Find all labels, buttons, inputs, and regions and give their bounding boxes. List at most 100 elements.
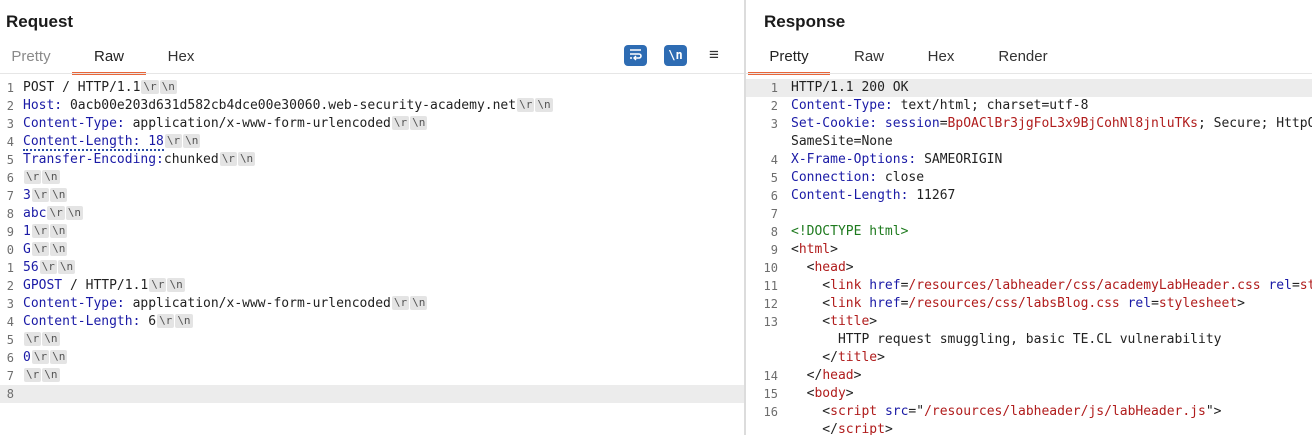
code-token: head xyxy=(822,368,854,383)
line-text: <body> xyxy=(791,385,854,403)
line-number: 3 xyxy=(6,297,14,311)
crlf-marker: \r xyxy=(391,116,410,130)
line-number: 6 xyxy=(6,171,14,185)
code-token: chunked xyxy=(163,152,219,167)
crlf-marker: \n xyxy=(410,116,428,130)
code-token: "> xyxy=(1205,404,1222,419)
line-text: 1 \r \n xyxy=(23,223,68,241)
word-wrap-button[interactable] xyxy=(624,45,647,66)
code-token: < xyxy=(791,278,831,293)
line-number: 6 xyxy=(6,351,14,365)
code-token: X-Frame-Options: xyxy=(791,152,925,167)
show-newlines-button[interactable]: \n xyxy=(664,45,687,66)
code-token: link xyxy=(830,278,870,293)
crlf-marker: \r xyxy=(47,206,65,220)
code-token: Transfer-Encoding: xyxy=(23,152,164,167)
crlf-marker: \n xyxy=(42,170,60,184)
code-token: head xyxy=(814,260,846,275)
code-line: 5 \r \n xyxy=(0,331,744,349)
code-token: /resources/css/labsBlog.css xyxy=(908,296,1120,311)
line-text: HTTP request smuggling, basic TE.CL vuln… xyxy=(791,331,1222,349)
code-line: 3 Content-Type: application/x-www-form-ur… xyxy=(0,115,744,133)
code-token: = xyxy=(939,116,948,131)
line-number: 12 xyxy=(763,297,778,311)
crlf-marker: \r xyxy=(517,98,535,112)
code-token: G xyxy=(23,242,31,257)
line-number: 14 xyxy=(763,369,778,383)
line-number: 4 xyxy=(6,315,14,329)
code-token: 0acb00e203d631d582cb4dce00e30060.web-sec… xyxy=(69,98,517,113)
code-line: 7 xyxy=(746,205,1312,223)
line-text: 56 \r \n xyxy=(23,259,76,277)
request-editor[interactable]: 1 POST / HTTP/1.1 \r \n 2 Host: 0acb00e203d63… xyxy=(0,79,744,435)
crlf-marker: \r xyxy=(24,368,42,382)
code-token: POST / HTTP/1.1 xyxy=(23,80,141,95)
code-token: </ xyxy=(791,422,838,435)
line-number: 13 xyxy=(763,315,778,329)
line-text: POST / HTTP/1.1 \r \n xyxy=(23,79,177,97)
crlf-marker: \n xyxy=(65,206,83,220)
code-token: SAMEORIGIN xyxy=(924,152,1003,167)
code-line: 3 Set-Cookie: session=BpOAClBr3jgFoL3x9Bj… xyxy=(746,115,1312,133)
line-text: <link href = /resources/labheader/css/acad… xyxy=(791,277,1312,295)
line-text: <title> xyxy=(791,313,877,331)
crlf-marker: \n xyxy=(50,188,68,202)
line-number: 4 xyxy=(770,153,778,167)
line-text: 3 \r \n xyxy=(23,187,68,205)
response-tab-hex[interactable]: Hex xyxy=(914,44,968,72)
response-tab-raw[interactable]: Raw xyxy=(840,44,898,72)
code-token: 0 xyxy=(23,350,31,365)
code-line: 2 GPOST / HTTP/1.1 \r \n xyxy=(0,277,744,295)
code-token: Content-Length: 18 xyxy=(23,134,164,151)
line-text: \r \n xyxy=(23,367,60,385)
code-token: href xyxy=(869,278,901,293)
code-token: link xyxy=(830,296,870,311)
line-number: 8 xyxy=(6,387,14,401)
code-token: = xyxy=(1151,296,1159,311)
line-number: 2 xyxy=(6,99,14,113)
line-text: Content-Type: text/html; charset=utf-8 xyxy=(791,97,1088,115)
response-tab-pretty[interactable]: Pretty xyxy=(748,44,830,75)
code-token: Host: xyxy=(23,98,70,113)
line-number: 5 xyxy=(6,153,14,167)
code-token: > xyxy=(845,386,854,401)
code-token: Connection: xyxy=(791,170,885,185)
code-token: stylesheet xyxy=(1158,296,1238,311)
crlf-marker: \n xyxy=(535,98,553,112)
code-token: HTTP request smuggling, basic TE.CL vuln… xyxy=(791,332,1222,347)
code-token: Content-Type: xyxy=(23,296,133,311)
crlf-marker: \r xyxy=(31,188,50,202)
line-text: Set-Cookie: session=BpOAClBr3jgFoL3x9BjC… xyxy=(791,115,1312,133)
request-tab-raw[interactable]: Raw xyxy=(72,44,146,75)
code-token: application/x-www-form-urlencoded xyxy=(132,116,391,131)
code-token: > xyxy=(845,260,854,275)
menu-icon[interactable]: ≡ xyxy=(705,45,723,66)
line-text: </title> xyxy=(791,349,885,367)
line-number: 15 xyxy=(763,387,778,401)
code-token: script xyxy=(830,404,885,419)
code-token: </ xyxy=(791,350,838,365)
code-token: > xyxy=(869,314,878,329)
request-tab-hex[interactable]: Hex xyxy=(152,44,210,72)
response-pane: Response Pretty Raw Hex Render 1 HTTP/1.1… xyxy=(746,0,1312,435)
crlf-marker: \n xyxy=(183,134,201,148)
code-token: </ xyxy=(791,368,823,383)
code-token: GPOST xyxy=(23,278,63,293)
line-number: 4 xyxy=(6,135,14,149)
crlf-marker: \r xyxy=(164,134,183,148)
request-tab-pretty[interactable]: Pretty xyxy=(0,44,62,72)
code-token: Set-Cookie: xyxy=(791,116,885,131)
code-line: 4 Content-Length: 6 \r \n xyxy=(0,313,744,331)
response-editor[interactable]: 1 HTTP/1.1 200 OK 2 Content-Type: text/html… xyxy=(746,79,1312,435)
line-text: Connection: close xyxy=(791,169,924,187)
line-text: 0 \r \n xyxy=(23,349,68,367)
line-text: SameSite=None xyxy=(791,133,893,151)
crlf-marker: \n xyxy=(159,80,177,94)
code-token: src xyxy=(884,404,909,419)
code-token: rel xyxy=(1119,296,1152,311)
response-tab-render[interactable]: Render xyxy=(988,44,1058,72)
code-line: 2 Content-Type: text/html; charset=utf-8 xyxy=(746,97,1312,115)
crlf-marker: \n xyxy=(410,296,428,310)
code-line: 4 Content-Length: 18 \r \n xyxy=(0,133,744,151)
line-number: 3 xyxy=(770,117,778,131)
